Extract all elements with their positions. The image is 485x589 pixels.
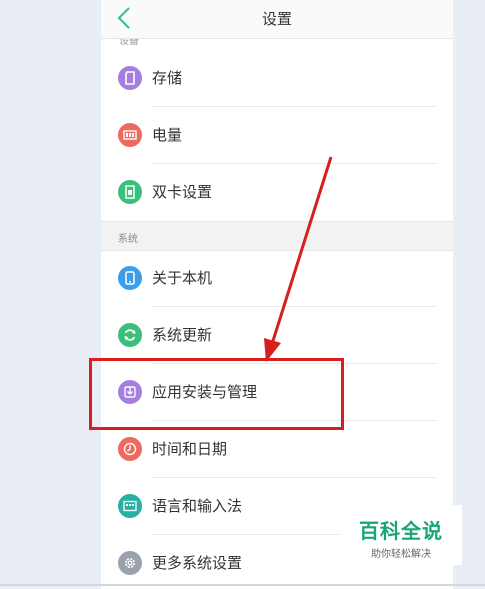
title-bar: 设置 xyxy=(101,0,453,39)
annotation-highlight-box xyxy=(89,358,344,430)
annotation-arrow xyxy=(264,156,333,362)
bottom-edge xyxy=(0,584,485,586)
page-title: 设置 xyxy=(261,10,292,28)
watermark-logo: 百科全说 助你轻松解决 xyxy=(340,505,462,565)
watermark-title: 百科全说 xyxy=(359,519,443,543)
watermark-subtitle: 助你轻松解决 xyxy=(371,549,431,560)
